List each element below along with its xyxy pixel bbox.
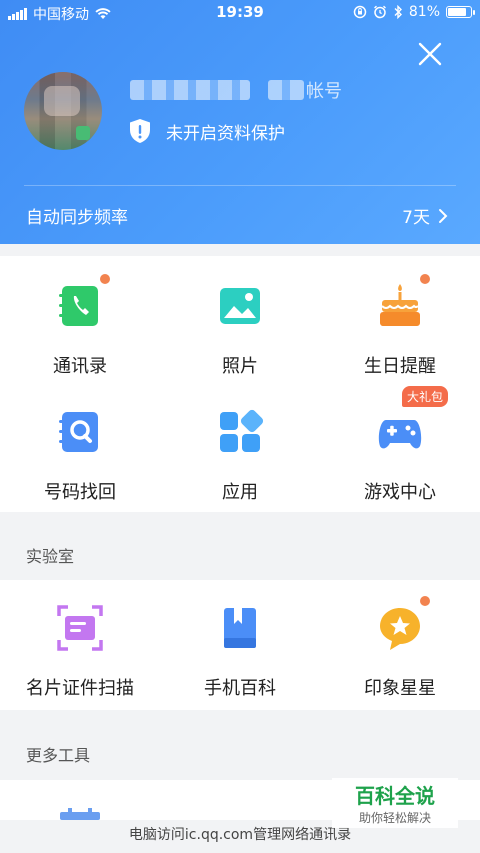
- gamepad-icon: [378, 420, 422, 449]
- protection-status: 未开启资料保护: [166, 123, 285, 144]
- battery-percent: 81%: [408, 4, 440, 20]
- feature-label: 应用: [222, 482, 258, 503]
- lab-label: 手机百科: [204, 678, 276, 699]
- feature-label: 游戏中心: [364, 482, 436, 503]
- number-recovery-icon: [59, 412, 98, 452]
- status-bar: 中国移动 19:39 81%: [0, 0, 480, 26]
- lab-label: 印象星星: [364, 678, 436, 699]
- profile-header: 中国移动 19:39 81% 帐号 未开启资料保护 自动同步频率 7天: [0, 0, 480, 244]
- feature-contacts[interactable]: 通讯录: [0, 274, 160, 378]
- more-tools-section-title: 更多工具: [26, 746, 91, 765]
- battery-icon: [446, 6, 475, 18]
- feature-photos[interactable]: 照片: [160, 282, 320, 378]
- contacts-icon: [59, 286, 98, 326]
- account-label: 帐号: [306, 81, 342, 102]
- shield-icon: [130, 119, 150, 143]
- account-name-blurred: [130, 80, 250, 100]
- sync-frequency-row[interactable]: 自动同步频率 7天: [26, 203, 448, 228]
- birthday-cake-icon: [380, 284, 420, 326]
- watermark-title: 百科全说: [355, 784, 435, 808]
- close-icon[interactable]: [416, 40, 444, 68]
- new-indicator-dot: [100, 274, 110, 284]
- header-divider: [24, 185, 456, 186]
- chevron-right-icon: [439, 208, 448, 223]
- new-indicator-dot: [420, 596, 430, 606]
- sync-frequency-value: 7天: [402, 208, 430, 228]
- lab-label: 名片证件扫描: [26, 678, 134, 699]
- watermark-subtitle: 助你轻松解决: [358, 811, 431, 825]
- apps-icon: [220, 409, 264, 452]
- lab-card-scan[interactable]: 名片证件扫描: [0, 604, 160, 700]
- lab-section-title: 实验室: [26, 547, 75, 566]
- bluetooth-icon: [394, 5, 402, 19]
- feature-birthday[interactable]: 生日提醒: [320, 274, 480, 378]
- feature-label: 照片: [222, 356, 258, 377]
- encyclopedia-icon: [224, 608, 256, 648]
- feature-label: 生日提醒: [364, 356, 436, 377]
- feature-apps[interactable]: 应用: [160, 408, 320, 504]
- account-row: 帐号: [130, 78, 342, 102]
- lab-row: 名片证件扫描 手机百科 印象星星: [0, 596, 480, 700]
- tool-icon-partial[interactable]: [58, 808, 102, 820]
- features-row-1: 通讯录 照片 生日提醒: [0, 274, 480, 378]
- photo-icon: [220, 288, 260, 324]
- sync-frequency-label: 自动同步频率: [26, 208, 128, 228]
- lab-encyclopedia[interactable]: 手机百科: [160, 604, 320, 700]
- feature-label: 通讯录: [53, 356, 107, 377]
- watermark: 百科全说 助你轻松解决: [332, 778, 458, 828]
- gift-pack-badge: 大礼包: [402, 386, 449, 407]
- account-id-blurred: [268, 80, 304, 100]
- avatar[interactable]: [24, 72, 102, 150]
- new-indicator-dot: [420, 274, 430, 284]
- card-scan-icon: [57, 605, 103, 651]
- protection-status-row[interactable]: 未开启资料保护: [128, 118, 285, 144]
- features-row-2: 号码找回 应用 大礼包 游戏中心: [0, 386, 480, 504]
- feature-game-center[interactable]: 大礼包 游戏中心: [320, 386, 480, 504]
- feature-label: 号码找回: [44, 482, 116, 503]
- lab-impression-stars[interactable]: 印象星星: [320, 596, 480, 700]
- feature-number-recovery[interactable]: 号码找回: [0, 408, 160, 504]
- orientation-lock-icon: [353, 5, 367, 19]
- alarm-icon: [373, 5, 386, 19]
- star-icon: [380, 608, 420, 650]
